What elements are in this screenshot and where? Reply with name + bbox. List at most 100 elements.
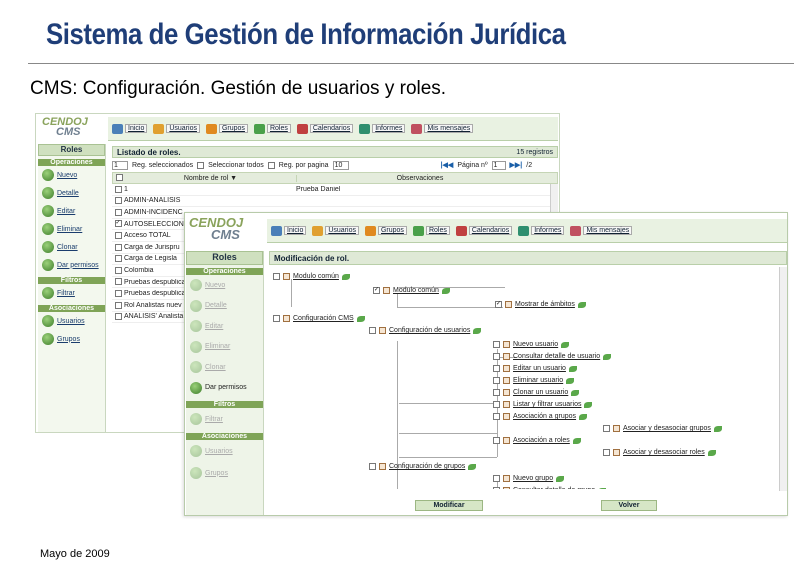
permission-checkbox[interactable]	[603, 449, 610, 456]
inherit-checkbox[interactable]	[503, 365, 510, 372]
permission-node[interactable]: Asociación a roles	[493, 437, 581, 444]
permission-checkbox[interactable]	[493, 413, 500, 420]
row-checkbox[interactable]	[114, 255, 122, 263]
inherit-checkbox[interactable]	[503, 413, 510, 420]
inherit-checkbox[interactable]	[379, 463, 386, 470]
nav-grupos[interactable]: Grupos	[205, 123, 248, 134]
nav-informes[interactable]: Informes	[359, 123, 406, 134]
permission-node[interactable]: Consultar detalle de grupo	[493, 487, 607, 489]
nav-inicio[interactable]: Inicio	[112, 123, 148, 134]
sidebar-item-filtrar[interactable]: Filtrar	[38, 284, 105, 302]
permission-checkbox[interactable]	[493, 377, 500, 384]
nav-calendarios[interactable]: Calendarios	[296, 123, 354, 134]
inherit-checkbox[interactable]	[613, 425, 620, 432]
permission-node[interactable]: ✓ Mostrar de ámbitos	[495, 301, 586, 308]
permission-node[interactable]: Asociar y desasociar grupos	[603, 425, 722, 432]
permission-checkbox[interactable]	[493, 365, 500, 372]
permission-checkbox[interactable]: ✓	[495, 301, 502, 308]
permission-node[interactable]: Asociar y desasociar roles	[603, 449, 716, 456]
permission-node[interactable]: Asociación a grupos	[493, 413, 588, 420]
next-page-icon[interactable]: ▶▶|	[510, 161, 523, 169]
row-checkbox[interactable]	[114, 313, 122, 321]
sidebar-item-nuevo[interactable]: Nuevo	[38, 166, 105, 184]
row-checkbox[interactable]: ✓	[114, 220, 122, 228]
permission-checkbox[interactable]	[493, 389, 500, 396]
inherit-checkbox[interactable]	[383, 287, 390, 294]
nav-inicio-front[interactable]: Inicio	[271, 225, 307, 236]
permission-node[interactable]: Clonar un usuario	[493, 389, 580, 396]
row-checkbox[interactable]	[114, 208, 122, 216]
row-checkbox[interactable]	[114, 197, 122, 205]
inherit-checkbox[interactable]	[379, 327, 386, 334]
page-input[interactable]: 1	[491, 160, 506, 170]
tree-scrollbar[interactable]	[779, 267, 787, 491]
inherit-checkbox[interactable]	[283, 315, 290, 322]
sidebar-item-grupos[interactable]: Grupos	[38, 330, 105, 348]
header-checkbox[interactable]	[115, 174, 123, 182]
permission-node[interactable]: Consultar detalle de usuario	[493, 353, 612, 360]
permission-checkbox[interactable]: ✓	[373, 287, 380, 294]
sidebar-item-usuarios[interactable]: Usuarios	[38, 312, 105, 330]
inherit-checkbox[interactable]	[505, 301, 512, 308]
nav-mensajes[interactable]: Mis mensajes	[411, 123, 474, 134]
sidebar-item-eliminar[interactable]: Eliminar	[38, 220, 105, 238]
per-page-checkbox[interactable]	[267, 161, 275, 169]
inherit-checkbox[interactable]	[283, 273, 290, 280]
sidebar-item-editar[interactable]: Editar	[38, 202, 105, 220]
permission-node[interactable]: Eliminar usuario	[493, 377, 575, 384]
row-checkbox[interactable]	[114, 301, 122, 309]
sidebar-item-permisos-front[interactable]: Dar permisos	[186, 378, 263, 399]
permission-checkbox[interactable]	[273, 273, 280, 280]
inherit-checkbox[interactable]	[503, 377, 510, 384]
row-checkbox[interactable]	[114, 289, 122, 297]
permission-node[interactable]: Editar un usuario	[493, 365, 577, 372]
permission-checkbox[interactable]	[493, 401, 500, 408]
row-checkbox[interactable]	[114, 243, 122, 251]
nav-roles-front[interactable]: Roles	[412, 225, 450, 236]
permission-checkbox[interactable]	[493, 353, 500, 360]
permission-checkbox[interactable]	[493, 475, 500, 482]
first-page-icon[interactable]: |◀◀	[441, 161, 454, 169]
permission-node[interactable]: Listar y filtrar usuarios	[493, 401, 593, 408]
inherit-checkbox[interactable]	[503, 353, 510, 360]
nav-informes-front[interactable]: Informes	[518, 225, 565, 236]
permission-checkbox[interactable]	[369, 463, 376, 470]
permission-node[interactable]: ✓ Modulo común	[373, 287, 450, 294]
inherit-checkbox[interactable]	[503, 341, 510, 348]
row-checkbox[interactable]	[114, 278, 122, 286]
row-checkbox[interactable]	[114, 266, 122, 274]
row-checkbox[interactable]	[114, 185, 122, 193]
sidebar-item-detalle[interactable]: Detalle	[38, 184, 105, 202]
permission-checkbox[interactable]	[369, 327, 376, 334]
sidebar-item-permisos[interactable]: Dar permisos	[38, 256, 105, 274]
permission-checkbox[interactable]	[493, 341, 500, 348]
nav-grupos-front[interactable]: Grupos	[364, 225, 407, 236]
permission-checkbox[interactable]	[273, 315, 280, 322]
permission-node[interactable]: Configuración CMS	[273, 315, 365, 322]
nav-roles[interactable]: Roles	[253, 123, 291, 134]
table-row[interactable]: ADMIN-ANALISIS	[112, 196, 558, 208]
modify-button[interactable]: Modificar	[415, 500, 483, 511]
sidebar-item-clonar[interactable]: Clonar	[38, 238, 105, 256]
row-checkbox[interactable]	[114, 232, 122, 239]
select-all-checkbox[interactable]	[197, 161, 205, 169]
nav-calendarios-front[interactable]: Calendarios	[455, 225, 513, 236]
per-page-input[interactable]: 10	[332, 160, 349, 170]
inherit-checkbox[interactable]	[503, 389, 510, 396]
back-button[interactable]: Volver	[601, 500, 657, 511]
permission-node[interactable]: Modulo común	[273, 273, 350, 280]
table-row[interactable]: 1 Prueba Daniel	[112, 184, 558, 196]
inherit-checkbox[interactable]	[503, 487, 510, 489]
permission-node[interactable]: Configuración de grupos	[369, 463, 477, 470]
inherit-checkbox[interactable]	[613, 449, 620, 456]
nav-usuarios[interactable]: Usuarios	[153, 123, 200, 134]
col-nombre[interactable]: Nombre de rol ▼	[125, 174, 297, 182]
inherit-checkbox[interactable]	[503, 401, 510, 408]
permission-node[interactable]: Nuevo usuario	[493, 341, 570, 348]
permission-checkbox[interactable]	[493, 437, 500, 444]
inherit-checkbox[interactable]	[503, 437, 510, 444]
nav-mensajes-front[interactable]: Mis mensajes	[570, 225, 633, 236]
nav-usuarios-front[interactable]: Usuarios	[312, 225, 359, 236]
permission-checkbox[interactable]	[493, 487, 500, 489]
permission-node[interactable]: Nuevo grupo	[493, 475, 565, 482]
